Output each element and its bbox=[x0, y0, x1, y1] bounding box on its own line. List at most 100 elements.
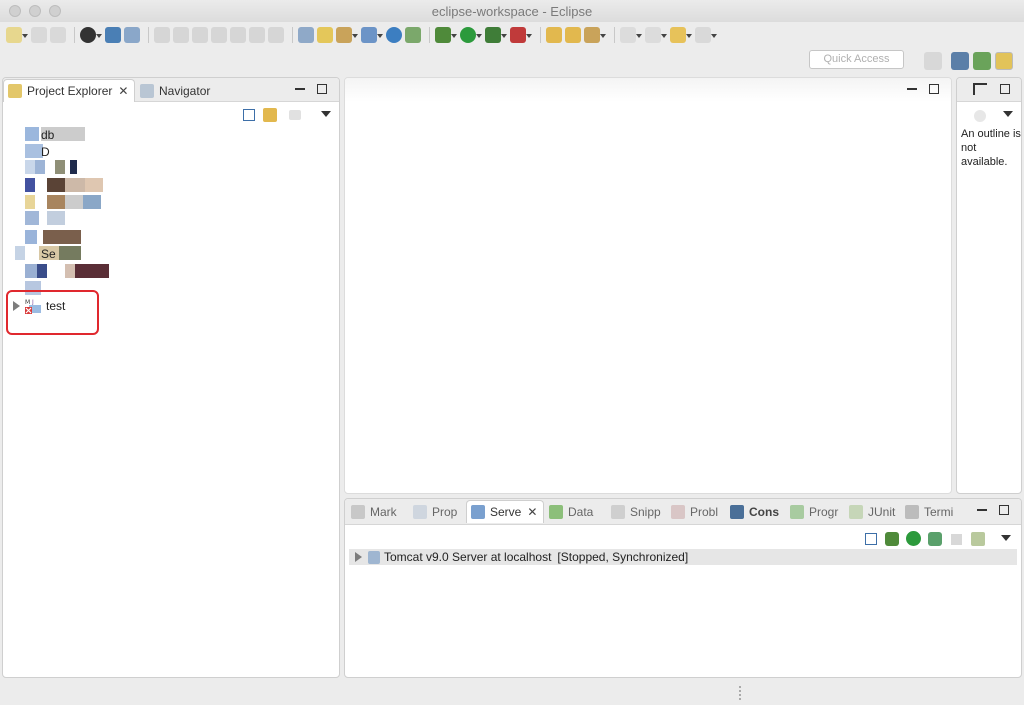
redacted-tree-item bbox=[25, 264, 109, 278]
project-explorer-icon bbox=[8, 84, 22, 98]
task-list-icon[interactable] bbox=[298, 27, 314, 43]
tab-console[interactable]: Cons bbox=[726, 500, 785, 523]
tab-data-source[interactable]: Data bbox=[545, 500, 599, 523]
tab-terminal[interactable]: Termi bbox=[901, 500, 959, 523]
maximize-icon[interactable] bbox=[999, 505, 1009, 515]
maximize-icon[interactable] bbox=[929, 84, 939, 94]
link-with-editor-icon[interactable] bbox=[263, 108, 277, 122]
open-project-icon[interactable] bbox=[565, 27, 581, 43]
close-icon[interactable]: ✕ bbox=[527, 505, 537, 519]
minimize-icon[interactable] bbox=[295, 84, 305, 90]
minimize-icon[interactable] bbox=[907, 84, 917, 90]
suspend-icon[interactable] bbox=[173, 27, 189, 43]
status-bar-grip[interactable] bbox=[739, 686, 741, 700]
expand-arrow-icon[interactable] bbox=[355, 552, 362, 562]
tab-project-explorer[interactable]: Project Explorer ✕ bbox=[3, 79, 136, 102]
server-state: [Stopped, Synchronized] bbox=[557, 550, 689, 564]
stop-server-icon[interactable] bbox=[951, 534, 962, 545]
new-package-icon[interactable] bbox=[336, 27, 358, 43]
pen-icon[interactable] bbox=[584, 27, 606, 43]
sort-icon[interactable] bbox=[974, 110, 986, 122]
step-into-icon[interactable] bbox=[230, 27, 246, 43]
toolbar-row bbox=[6, 25, 720, 45]
tab-servers[interactable]: Serve ✕ bbox=[466, 500, 545, 523]
redacted-label: db bbox=[41, 128, 55, 142]
terminate-icon[interactable] bbox=[192, 27, 208, 43]
project-explorer-tabbar: Project Explorer ✕ Navigator bbox=[3, 78, 339, 102]
view-menu-icon[interactable] bbox=[1003, 111, 1013, 117]
open-perspective-icon[interactable] bbox=[924, 52, 942, 70]
junit-icon bbox=[849, 504, 863, 519]
back-icon[interactable] bbox=[670, 27, 692, 43]
tab-label: Mark bbox=[370, 504, 397, 519]
tab-properties[interactable]: Prop bbox=[409, 500, 463, 523]
quick-access-field[interactable]: Quick Access bbox=[809, 50, 904, 69]
server-row-tomcat[interactable]: Tomcat v9.0 Server at localhost [Stopped… bbox=[349, 549, 1017, 565]
step-return-icon[interactable] bbox=[268, 27, 284, 43]
tab-problems[interactable]: Probl bbox=[667, 500, 724, 523]
debug-icon[interactable] bbox=[435, 27, 457, 43]
redacted-tree-item bbox=[25, 230, 81, 244]
tomcat-server-icon bbox=[368, 550, 380, 564]
tab-label: Navigator bbox=[159, 83, 211, 98]
disconnect-icon[interactable] bbox=[211, 27, 227, 43]
markers-icon bbox=[351, 504, 365, 519]
new-class-icon[interactable] bbox=[361, 27, 383, 43]
forward-icon[interactable] bbox=[695, 27, 717, 43]
run-icon[interactable] bbox=[460, 27, 482, 43]
minimize-icon[interactable] bbox=[977, 505, 987, 511]
tab-label: Cons bbox=[749, 504, 779, 519]
next-annotation-icon[interactable] bbox=[620, 27, 642, 43]
collapse-all-icon[interactable] bbox=[865, 533, 877, 545]
status-bar bbox=[0, 682, 1024, 705]
debug-server-icon[interactable] bbox=[885, 532, 899, 546]
tab-navigator[interactable]: Navigator bbox=[136, 79, 216, 102]
bottom-tabbar: Mark Prop Serve ✕ Data Snipp Probl Cons P… bbox=[345, 499, 1021, 525]
maximize-icon[interactable] bbox=[317, 84, 327, 94]
toolbar-separator bbox=[148, 27, 149, 43]
outline-panel: An outline is not available. bbox=[956, 77, 1022, 494]
tab-markers[interactable]: Mark bbox=[347, 500, 403, 523]
java-perspective-icon[interactable] bbox=[973, 52, 991, 70]
save-icon[interactable] bbox=[31, 27, 47, 43]
close-icon[interactable]: ✕ bbox=[118, 84, 128, 98]
start-server-icon[interactable] bbox=[906, 531, 921, 546]
save-all-icon[interactable] bbox=[50, 27, 66, 43]
tab-label: Prop bbox=[432, 504, 458, 519]
skip-breakpoints-icon[interactable] bbox=[124, 27, 140, 43]
console-icon bbox=[730, 504, 744, 519]
tab-progress[interactable]: Progr bbox=[786, 500, 844, 523]
coverage-icon[interactable] bbox=[485, 27, 507, 43]
maximize-icon[interactable] bbox=[1000, 84, 1010, 94]
view-menu-icon[interactable] bbox=[321, 111, 331, 117]
redacted-label: Se bbox=[41, 247, 56, 261]
tab-label: Probl bbox=[690, 504, 719, 519]
view-filter-icon[interactable] bbox=[289, 110, 301, 120]
tab-label: Serve bbox=[490, 505, 522, 519]
redacted-tree-item bbox=[25, 178, 103, 192]
outline-message: An outline is not available. bbox=[961, 128, 1021, 168]
profile-server-icon[interactable] bbox=[928, 532, 942, 546]
debug-perspective-icon[interactable] bbox=[995, 52, 1013, 70]
step-over-icon[interactable] bbox=[249, 27, 265, 43]
tab-junit[interactable]: JUnit bbox=[845, 500, 901, 523]
tab-label: Data bbox=[568, 504, 594, 519]
build-icon[interactable] bbox=[317, 27, 333, 43]
tab-snippets[interactable]: Snipp bbox=[607, 500, 667, 523]
outline-icon[interactable] bbox=[973, 83, 987, 95]
open-type-icon[interactable] bbox=[405, 27, 421, 43]
previous-annotation-icon[interactable] bbox=[645, 27, 667, 43]
external-tools-icon[interactable] bbox=[510, 27, 532, 43]
new-icon[interactable] bbox=[6, 27, 28, 43]
redacted-tree-item bbox=[25, 195, 101, 209]
web-browser-icon[interactable] bbox=[386, 27, 402, 43]
account-icon[interactable] bbox=[80, 27, 102, 43]
open-folder-icon[interactable] bbox=[546, 27, 562, 43]
console-view-icon[interactable] bbox=[105, 27, 121, 43]
project-explorer-panel: Project Explorer ✕ Navigator db D Se M J bbox=[2, 77, 340, 678]
resume-icon[interactable] bbox=[154, 27, 170, 43]
java-ee-perspective-icon[interactable] bbox=[951, 52, 969, 70]
view-menu-icon[interactable] bbox=[1001, 535, 1011, 541]
collapse-all-icon[interactable] bbox=[243, 109, 255, 121]
publish-server-icon[interactable] bbox=[971, 532, 985, 546]
